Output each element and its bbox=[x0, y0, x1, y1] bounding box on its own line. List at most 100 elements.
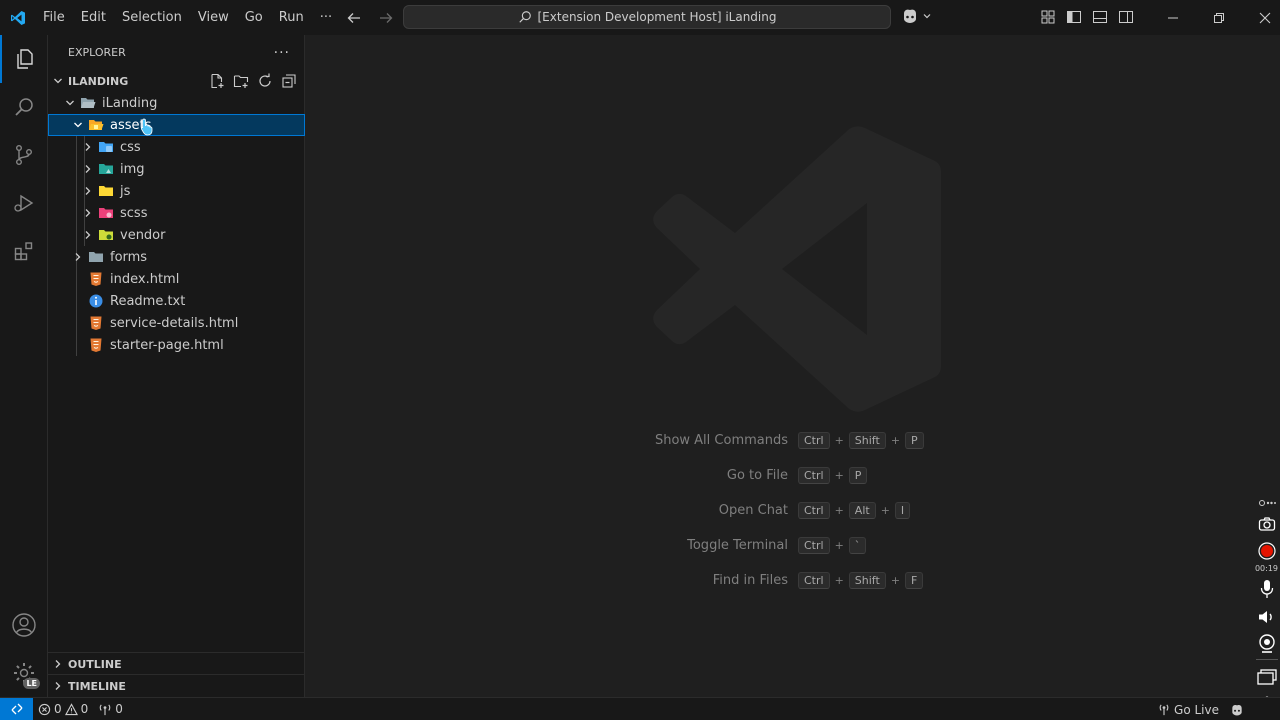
go-live-button[interactable]: Go Live bbox=[1152, 698, 1224, 720]
timeline-label: TIMELINE bbox=[68, 679, 126, 693]
minimize-icon[interactable] bbox=[1150, 0, 1196, 35]
folder-assets-icon bbox=[88, 117, 104, 133]
restore-icon[interactable] bbox=[1196, 0, 1242, 35]
toggle-primary-sidebar-icon[interactable] bbox=[1066, 9, 1082, 25]
close-icon[interactable] bbox=[1242, 0, 1280, 35]
webcam-icon[interactable] bbox=[1253, 632, 1280, 656]
warning-count: 0 bbox=[80, 702, 89, 716]
menu-view[interactable]: View bbox=[190, 0, 237, 35]
tree-item-readme-txt[interactable]: Readme.txt bbox=[48, 290, 305, 312]
tree-item-index-html[interactable]: index.html bbox=[48, 268, 305, 290]
keybinding-key: Alt bbox=[848, 501, 876, 519]
windows-overlay-icon[interactable] bbox=[1253, 666, 1280, 688]
new-folder-icon[interactable] bbox=[233, 73, 249, 89]
tree-item-img[interactable]: img bbox=[48, 158, 305, 180]
keybinding-key: ` bbox=[848, 536, 867, 554]
activity-bar: LE bbox=[0, 35, 48, 697]
accounts-icon[interactable] bbox=[0, 601, 48, 649]
folder-sass-icon bbox=[98, 205, 114, 221]
editor-area[interactable]: Show All Commands Ctrl + Shift + P Go to F… bbox=[305, 35, 1280, 697]
sidebar-title: EXPLORER bbox=[68, 46, 126, 59]
ports-status[interactable]: 0 bbox=[93, 698, 128, 720]
tree-item-vendor[interactable]: vendor bbox=[48, 224, 305, 246]
vscode-logo-icon[interactable] bbox=[0, 0, 35, 35]
tree-item-scss[interactable]: scss bbox=[48, 202, 305, 224]
tree-item-js[interactable]: js bbox=[48, 180, 305, 202]
copilot-status-icon[interactable] bbox=[1224, 698, 1250, 720]
nav-arrows bbox=[343, 7, 397, 29]
more-actions-icon[interactable]: ··· bbox=[274, 45, 290, 61]
copilot-button[interactable] bbox=[900, 7, 932, 25]
chevron-right-icon bbox=[48, 658, 68, 670]
chevron-right-icon bbox=[80, 139, 96, 155]
menu-more[interactable]: ··· bbox=[312, 0, 340, 35]
keybinding-key: Shift bbox=[848, 431, 886, 449]
forward-arrow-icon[interactable] bbox=[375, 7, 397, 29]
tree-item-forms[interactable]: forms bbox=[48, 246, 305, 268]
screen-recorder-toolbar: 00:19 bbox=[1253, 494, 1280, 720]
shortcut-show-all-commands[interactable]: Show All Commands Ctrl + Shift + P bbox=[645, 430, 945, 450]
chevron-right-icon bbox=[48, 680, 68, 692]
timeline-section-header[interactable]: TIMELINE bbox=[48, 675, 305, 697]
menu-edit[interactable]: Edit bbox=[73, 0, 114, 35]
search-icon bbox=[518, 11, 531, 23]
refresh-icon[interactable] bbox=[257, 73, 273, 89]
status-bar: 0 0 0 Go Live bbox=[0, 697, 1280, 720]
menu-run[interactable]: Run bbox=[271, 0, 312, 35]
window-controls bbox=[1150, 0, 1280, 35]
recorder-settings-icon[interactable] bbox=[1253, 496, 1280, 510]
collapse-all-icon[interactable] bbox=[281, 73, 297, 89]
tree-item-css[interactable]: css bbox=[48, 136, 305, 158]
shortcut-toggle-terminal[interactable]: Toggle Terminal Ctrl + ` bbox=[645, 535, 945, 555]
record-button-icon[interactable] bbox=[1253, 540, 1280, 562]
source-control-icon[interactable] bbox=[0, 131, 48, 179]
menu-bar: File Edit Selection View Go Run ··· bbox=[35, 0, 340, 35]
html-file-icon bbox=[88, 315, 104, 331]
folder-js-icon bbox=[98, 183, 114, 199]
menu-file[interactable]: File bbox=[35, 0, 73, 35]
problems-status[interactable]: 0 0 bbox=[33, 698, 93, 720]
tree-item-ilanding[interactable]: iLanding bbox=[48, 92, 305, 114]
copilot-icon bbox=[904, 9, 916, 23]
new-file-icon[interactable] bbox=[209, 73, 225, 89]
warning-icon bbox=[64, 702, 78, 715]
toggle-panel-icon[interactable] bbox=[1092, 9, 1108, 25]
menu-go[interactable]: Go bbox=[237, 0, 271, 35]
keybinding-key: Ctrl bbox=[798, 501, 830, 519]
shortcut-go-to-file[interactable]: Go to File Ctrl + P bbox=[645, 465, 945, 485]
speaker-icon[interactable] bbox=[1253, 606, 1280, 628]
explorer-sidebar: EXPLORER ··· ILANDING iLanding assets cs… bbox=[48, 35, 305, 697]
menu-selection[interactable]: Selection bbox=[114, 0, 190, 35]
search-icon[interactable] bbox=[0, 83, 48, 131]
remote-indicator-icon[interactable] bbox=[0, 697, 33, 720]
chevron-down-icon bbox=[62, 95, 78, 111]
keybinding-key: F bbox=[905, 571, 924, 589]
keybinding-key: Ctrl bbox=[798, 571, 830, 589]
run-debug-icon[interactable] bbox=[0, 179, 48, 227]
recorder-divider bbox=[1253, 658, 1280, 660]
folder-vendor-icon bbox=[98, 227, 114, 243]
ports-count: 0 bbox=[115, 702, 123, 716]
extensions-icon[interactable] bbox=[0, 227, 48, 275]
toggle-secondary-sidebar-icon[interactable] bbox=[1118, 9, 1134, 25]
info-file-icon bbox=[88, 293, 104, 309]
outline-section-header[interactable]: OUTLINE bbox=[48, 653, 305, 675]
back-arrow-icon[interactable] bbox=[343, 7, 365, 29]
shortcut-find-in-files[interactable]: Find in Files Ctrl + Shift + F bbox=[645, 570, 945, 590]
workspace-section-header[interactable]: ILANDING bbox=[48, 70, 305, 92]
manage-gear-icon[interactable]: LE bbox=[0, 649, 48, 697]
keybinding-key: Ctrl bbox=[798, 466, 830, 484]
customize-layout-icon[interactable] bbox=[1040, 9, 1056, 25]
explorer-icon[interactable] bbox=[0, 35, 48, 83]
tree-item-service-details-html[interactable]: service-details.html bbox=[48, 312, 305, 334]
folder-open-icon bbox=[80, 95, 96, 111]
keybinding-key: Ctrl bbox=[798, 536, 830, 554]
microphone-icon[interactable] bbox=[1253, 578, 1280, 600]
html-file-icon bbox=[88, 337, 104, 353]
tree-item-assets[interactable]: assets bbox=[48, 114, 305, 136]
command-center[interactable]: [Extension Development Host] iLanding bbox=[403, 5, 891, 29]
tree-item-starter-page-html[interactable]: starter-page.html bbox=[48, 334, 305, 356]
shortcut-open-chat[interactable]: Open Chat Ctrl + Alt + I bbox=[645, 500, 945, 520]
mouse-cursor-icon bbox=[140, 118, 153, 136]
camera-icon[interactable] bbox=[1253, 514, 1280, 534]
